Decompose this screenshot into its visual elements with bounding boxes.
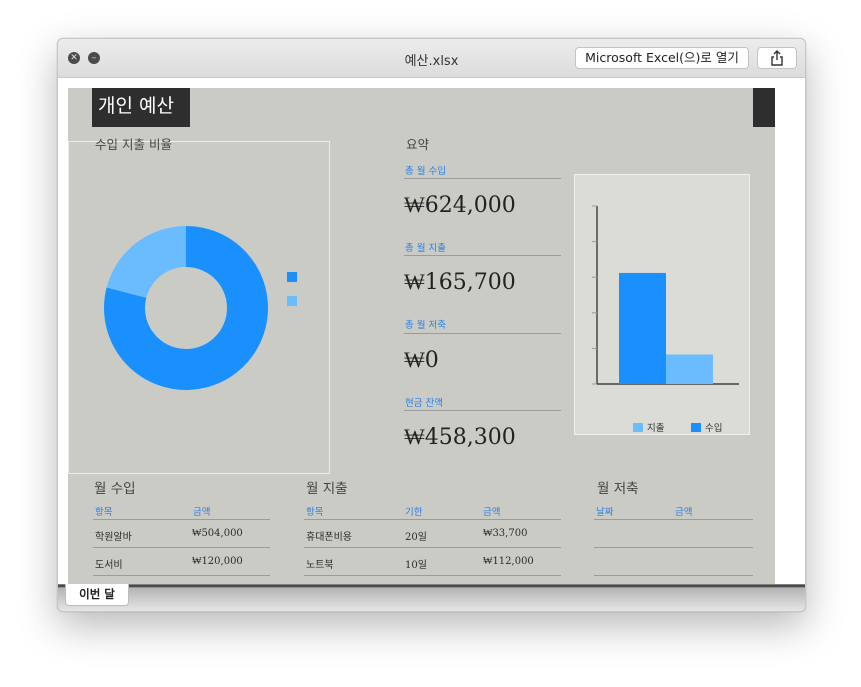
savings-header-amount: 금액 — [675, 507, 693, 518]
bar-0 — [619, 272, 666, 384]
pie-legend-swatch-1 — [287, 296, 297, 306]
expense-row-amount: ₩112,000 — [483, 556, 534, 567]
savings-table-title: 월 저축 — [597, 481, 639, 497]
bar-chart-svg: 지출 수입 — [592, 205, 739, 434]
share-button[interactable] — [757, 47, 797, 69]
income-row-item: 도서비 — [95, 560, 123, 571]
pie-slice-1 — [106, 226, 186, 298]
income-header-item: 항목 — [95, 507, 113, 518]
income-row-amount: ₩120,000 — [192, 556, 243, 567]
title-bar: ✕ – 예산.xlsx Microsoft Excel(으)로 열기 — [58, 39, 805, 78]
income-table-title: 월 수입 — [94, 481, 136, 497]
income-expense-pie-chart — [68, 141, 330, 474]
summary-income-label: 총 월 수입 — [405, 166, 446, 177]
bar-legend-label-1: 수입 — [705, 422, 722, 434]
sheet-title: 개인 예산 — [92, 88, 190, 127]
summary-expense-value: ₩165,700 — [404, 270, 516, 295]
share-icon — [771, 50, 783, 66]
spreadsheet-sheet: 개인 예산 수입 지출 비율 요약 총 월 수입 ₩624,000 총 월 지출… — [68, 88, 775, 584]
summary-divider — [404, 410, 561, 411]
expense-row-due: 10일 — [405, 560, 427, 571]
income-header-amount: 금액 — [193, 507, 211, 518]
pie-section-label: 수입 지출 비율 — [95, 137, 172, 152]
table-divider — [93, 547, 270, 548]
table-divider — [93, 519, 270, 520]
sheet-tab-this-month[interactable]: 이번 달 — [65, 584, 129, 606]
table-divider — [594, 575, 753, 576]
table-divider — [93, 575, 270, 576]
sheet-tab-bar: 이번 달 — [58, 584, 805, 611]
pie-chart-svg — [104, 226, 297, 390]
summary-savings-value: ₩0 — [404, 348, 439, 373]
bar-legend-swatch-1 — [691, 423, 701, 432]
summary-divider — [404, 178, 561, 179]
bar-legend-swatch-0 — [633, 423, 643, 432]
bar-legend-label-0: 지출 — [647, 423, 665, 434]
income-row-amount: ₩504,000 — [192, 528, 243, 539]
expense-row-item: 노트북 — [306, 560, 334, 571]
table-divider — [304, 547, 561, 548]
pie-legend-swatch-0 — [287, 272, 297, 282]
income-row-item: 학원알바 — [95, 532, 132, 543]
summary-divider — [404, 255, 561, 256]
summary-divider — [404, 333, 561, 334]
table-divider — [594, 547, 753, 548]
summary-expense-label: 총 월 지출 — [405, 243, 446, 254]
expense-header-due: 기한 — [405, 507, 423, 518]
expense-header-item: 항목 — [306, 507, 324, 518]
open-in-excel-button[interactable]: Microsoft Excel(으)로 열기 — [575, 47, 749, 69]
bar-1 — [666, 354, 713, 384]
summary-savings-label: 총 월 저축 — [405, 320, 446, 331]
summary-cash-label: 현금 잔액 — [405, 398, 443, 409]
summary-label: 요약 — [406, 137, 430, 152]
savings-header-date: 날짜 — [596, 507, 614, 518]
table-divider — [304, 575, 561, 576]
expense-table-title: 월 지출 — [306, 481, 348, 497]
summary-cash-value: ₩458,300 — [404, 425, 516, 450]
expense-row-due: 20일 — [405, 532, 427, 543]
summary-income-value: ₩624,000 — [404, 193, 516, 218]
header-corner-block — [753, 88, 775, 127]
expense-row-amount: ₩33,700 — [483, 528, 528, 539]
table-divider — [594, 519, 753, 520]
document-content: 개인 예산 수입 지출 비율 요약 총 월 수입 ₩624,000 총 월 지출… — [58, 78, 805, 584]
income-expense-bar-chart: 지출 수입 — [574, 174, 750, 435]
expense-header-amount: 금액 — [483, 507, 501, 518]
table-divider — [304, 519, 561, 520]
expense-row-item: 휴대폰비용 — [306, 532, 352, 543]
preview-window: ✕ – 예산.xlsx Microsoft Excel(으)로 열기 개인 예산… — [57, 38, 806, 612]
